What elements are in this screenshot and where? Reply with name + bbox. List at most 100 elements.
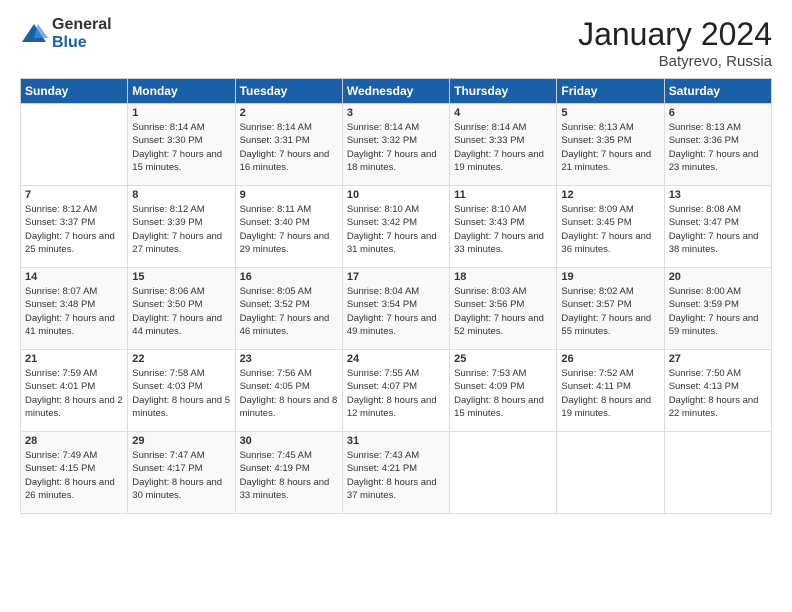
day-cell: 8 Sunrise: 8:12 AMSunset: 3:39 PMDaylight… [128,186,235,268]
day-number: 31 [347,435,445,447]
day-info: Sunrise: 8:14 AMSunset: 3:30 PMDaylight:… [132,121,230,174]
day-cell: 9 Sunrise: 8:11 AMSunset: 3:40 PMDaylight… [235,186,342,268]
day-info: Sunrise: 8:04 AMSunset: 3:54 PMDaylight:… [347,285,445,338]
day-number: 26 [561,353,659,365]
day-number: 21 [25,353,123,365]
day-cell [664,432,771,514]
day-number: 12 [561,189,659,201]
day-info: Sunrise: 8:12 AMSunset: 3:37 PMDaylight:… [25,203,123,256]
day-cell: 30 Sunrise: 7:45 AMSunset: 4:19 PMDayligh… [235,432,342,514]
day-cell: 11 Sunrise: 8:10 AMSunset: 3:43 PMDayligh… [450,186,557,268]
day-info: Sunrise: 7:47 AMSunset: 4:17 PMDaylight:… [132,449,230,502]
day-cell: 14 Sunrise: 8:07 AMSunset: 3:48 PMDayligh… [21,268,128,350]
day-number: 11 [454,189,552,201]
day-info: Sunrise: 8:07 AMSunset: 3:48 PMDaylight:… [25,285,123,338]
day-number: 8 [132,189,230,201]
day-cell: 12 Sunrise: 8:09 AMSunset: 3:45 PMDayligh… [557,186,664,268]
day-number: 4 [454,107,552,119]
day-number: 6 [669,107,767,119]
day-info: Sunrise: 8:10 AMSunset: 3:43 PMDaylight:… [454,203,552,256]
day-cell: 5 Sunrise: 8:13 AMSunset: 3:35 PMDaylight… [557,104,664,186]
day-number: 5 [561,107,659,119]
day-number: 28 [25,435,123,447]
day-cell: 23 Sunrise: 7:56 AMSunset: 4:05 PMDayligh… [235,350,342,432]
header-day-sunday: Sunday [21,79,128,104]
week-row-1: 1 Sunrise: 8:14 AMSunset: 3:30 PMDaylight… [21,104,772,186]
day-info: Sunrise: 8:11 AMSunset: 3:40 PMDaylight:… [240,203,338,256]
day-cell: 6 Sunrise: 8:13 AMSunset: 3:36 PMDaylight… [664,104,771,186]
day-number: 13 [669,189,767,201]
week-row-4: 21 Sunrise: 7:59 AMSunset: 4:01 PMDayligh… [21,350,772,432]
day-number: 3 [347,107,445,119]
month-title: January 2024 [578,16,772,53]
day-number: 16 [240,271,338,283]
day-number: 24 [347,353,445,365]
day-number: 10 [347,189,445,201]
day-info: Sunrise: 8:03 AMSunset: 3:56 PMDaylight:… [454,285,552,338]
day-info: Sunrise: 7:43 AMSunset: 4:21 PMDaylight:… [347,449,445,502]
day-info: Sunrise: 8:06 AMSunset: 3:50 PMDaylight:… [132,285,230,338]
week-row-3: 14 Sunrise: 8:07 AMSunset: 3:48 PMDayligh… [21,268,772,350]
day-number: 1 [132,107,230,119]
day-number: 7 [25,189,123,201]
day-cell: 13Sunrise: 8:08 AMSunset: 3:47 PMDayligh… [664,186,771,268]
day-cell: 27Sunrise: 7:50 AMSunset: 4:13 PMDayligh… [664,350,771,432]
day-number: 17 [347,271,445,283]
day-info: Sunrise: 7:58 AMSunset: 4:03 PMDaylight:… [132,367,230,420]
day-cell [557,432,664,514]
day-number: 23 [240,353,338,365]
header-day-wednesday: Wednesday [342,79,449,104]
day-info: Sunrise: 8:13 AMSunset: 3:36 PMDaylight:… [669,121,767,174]
header-day-friday: Friday [557,79,664,104]
day-number: 2 [240,107,338,119]
week-row-2: 7 Sunrise: 8:12 AMSunset: 3:37 PMDaylight… [21,186,772,268]
header-row: SundayMondayTuesdayWednesdayThursdayFrid… [21,79,772,104]
day-info: Sunrise: 7:45 AMSunset: 4:19 PMDaylight:… [240,449,338,502]
day-number: 9 [240,189,338,201]
day-info: Sunrise: 7:50 AMSunset: 4:13 PMDaylight:… [669,367,767,420]
day-cell: 16Sunrise: 8:05 AMSunset: 3:52 PMDayligh… [235,268,342,350]
day-info: Sunrise: 7:59 AMSunset: 4:01 PMDaylight:… [25,367,123,420]
day-number: 25 [454,353,552,365]
day-cell: 7 Sunrise: 8:12 AMSunset: 3:37 PMDaylight… [21,186,128,268]
header-day-tuesday: Tuesday [235,79,342,104]
page-header: General Blue January 2024 Batyrevo, Russ… [20,16,772,70]
logo-blue-text: Blue [52,34,112,52]
day-number: 18 [454,271,552,283]
day-number: 15 [132,271,230,283]
day-number: 22 [132,353,230,365]
logo-general-text: General [52,16,112,34]
day-number: 14 [25,271,123,283]
day-info: Sunrise: 7:55 AMSunset: 4:07 PMDaylight:… [347,367,445,420]
day-cell: 15 Sunrise: 8:06 AMSunset: 3:50 PMDayligh… [128,268,235,350]
day-cell: 22 Sunrise: 7:58 AMSunset: 4:03 PMDayligh… [128,350,235,432]
logo-icon [20,20,48,48]
day-cell [21,104,128,186]
day-cell: 24 Sunrise: 7:55 AMSunset: 4:07 PMDayligh… [342,350,449,432]
day-cell: 21 Sunrise: 7:59 AMSunset: 4:01 PMDayligh… [21,350,128,432]
header-day-saturday: Saturday [664,79,771,104]
day-info: Sunrise: 8:02 AMSunset: 3:57 PMDaylight:… [561,285,659,338]
day-number: 20 [669,271,767,283]
day-info: Sunrise: 8:13 AMSunset: 3:35 PMDaylight:… [561,121,659,174]
day-cell: 20Sunrise: 8:00 AMSunset: 3:59 PMDayligh… [664,268,771,350]
header-day-monday: Monday [128,79,235,104]
day-info: Sunrise: 7:49 AMSunset: 4:15 PMDaylight:… [25,449,123,502]
day-info: Sunrise: 7:52 AMSunset: 4:11 PMDaylight:… [561,367,659,420]
title-block: January 2024 Batyrevo, Russia [578,16,772,70]
day-cell: 26 Sunrise: 7:52 AMSunset: 4:11 PMDayligh… [557,350,664,432]
day-info: Sunrise: 7:56 AMSunset: 4:05 PMDaylight:… [240,367,338,420]
location: Batyrevo, Russia [578,53,772,70]
day-cell: 19 Sunrise: 8:02 AMSunset: 3:57 PMDayligh… [557,268,664,350]
day-info: Sunrise: 8:09 AMSunset: 3:45 PMDaylight:… [561,203,659,256]
day-info: Sunrise: 8:14 AMSunset: 3:31 PMDaylight:… [240,121,338,174]
day-info: Sunrise: 8:12 AMSunset: 3:39 PMDaylight:… [132,203,230,256]
day-number: 29 [132,435,230,447]
day-number: 30 [240,435,338,447]
logo: General Blue [20,16,112,51]
day-cell: 31 Sunrise: 7:43 AMSunset: 4:21 PMDayligh… [342,432,449,514]
calendar-table: SundayMondayTuesdayWednesdayThursdayFrid… [20,78,772,514]
day-number: 19 [561,271,659,283]
day-info: Sunrise: 7:53 AMSunset: 4:09 PMDaylight:… [454,367,552,420]
day-info: Sunrise: 8:10 AMSunset: 3:42 PMDaylight:… [347,203,445,256]
